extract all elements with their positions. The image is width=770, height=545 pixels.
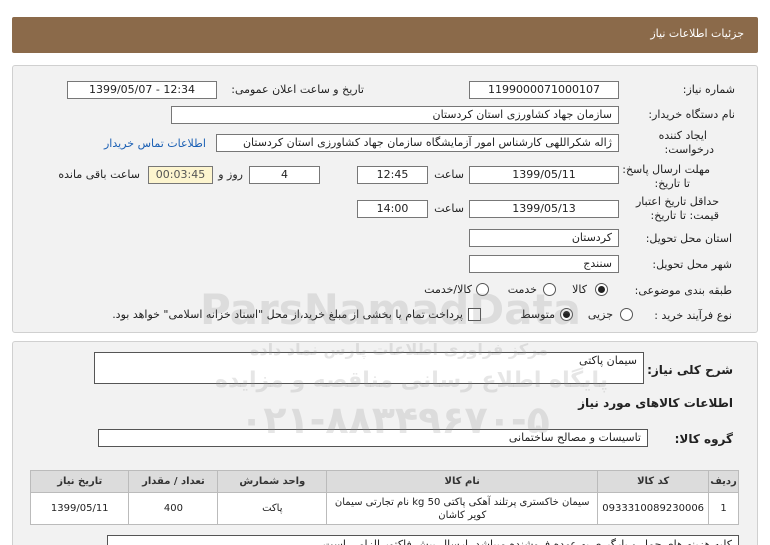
- province-field[interactable]: کردستان: [469, 229, 619, 247]
- validity-time-field[interactable]: 14:00: [357, 200, 428, 218]
- announce-label: تاریخ و ساعت اعلان عمومی:: [231, 83, 364, 96]
- col-need-date: تاریخ نیاز: [29, 470, 130, 493]
- table-row[interactable]: 1 0933310089230006 سیمان خاکستری پرتلند …: [29, 492, 739, 525]
- goods-table-header: ردیف کد کالا نام کالا واحد شمارش تعداد /…: [29, 470, 739, 493]
- process-option-medium: متوسط: [520, 308, 555, 321]
- col-goods-name: نام کالا: [326, 470, 599, 493]
- summary-field[interactable]: سیمان پاکتی: [94, 352, 644, 384]
- validity-date-field[interactable]: 1399/05/13: [469, 200, 619, 218]
- city-label: شهر محل تحویل:: [652, 258, 732, 271]
- send-time-label: ساعت: [434, 168, 464, 181]
- send-deadline-label-line2: تا تاریخ:: [654, 177, 690, 190]
- page-header: جزئیات اطلاعات نیاز: [12, 17, 758, 53]
- process-radio-minor[interactable]: [620, 308, 633, 321]
- countdown-timer: 00:03:45: [148, 166, 213, 184]
- category-radio-goods[interactable]: [595, 283, 608, 296]
- creator-label-line2: درخواست:: [664, 143, 714, 156]
- treasury-payment-note: پرداخت تمام یا بخشی از مبلغ خرید،از محل …: [112, 308, 463, 321]
- buyer-description-field[interactable]: کلیه هزینه های حمل و بارگیری به عهده فرو…: [107, 535, 739, 545]
- process-type-label: نوع فرآیند خرید :: [654, 309, 732, 322]
- announce-datetime-field[interactable]: 1399/05/07 - 12:34: [67, 81, 217, 99]
- need-number-field[interactable]: 1199000071000107: [469, 81, 619, 99]
- col-row: ردیف: [708, 470, 739, 493]
- creator-field[interactable]: ژاله شکراللهی کارشناس امور آزمایشگاه ساز…: [216, 134, 619, 152]
- remaining-label: ساعت باقی مانده: [58, 168, 140, 181]
- validity-label-line2: قیمت: تا تاریخ:: [650, 209, 719, 222]
- category-option-service: خدمت: [507, 283, 537, 296]
- province-label: استان محل تحویل:: [645, 232, 732, 245]
- process-radio-medium[interactable]: [560, 308, 573, 321]
- category-radio-goods-service[interactable]: [476, 283, 489, 296]
- days-label: روز و: [218, 168, 243, 181]
- summary-label: شرح کلی نیاز:: [647, 363, 733, 377]
- col-quantity: تعداد / مقدار: [128, 470, 219, 493]
- col-unit: واحد شمارش: [217, 470, 328, 493]
- creator-label-line1: ایجاد کننده: [658, 129, 707, 142]
- cell-unit: پاکت: [217, 492, 328, 525]
- city-field[interactable]: سنندج: [469, 255, 619, 273]
- page-title: جزئیات اطلاعات نیاز: [650, 27, 744, 40]
- send-time-field[interactable]: 12:45: [357, 166, 428, 184]
- category-option-goods-service: کالا/خدمت: [424, 283, 472, 296]
- days-remaining-field[interactable]: 4: [249, 166, 320, 184]
- cell-goods-name: سیمان خاکستری پرتلند آهکی پاکتی 50 kg نا…: [326, 492, 599, 525]
- cell-goods-code: 0933310089230006: [597, 492, 710, 525]
- validity-label-line1: حداقل تاریخ اعتبار: [635, 195, 719, 208]
- goods-group-field[interactable]: تاسیسات و مصالح ساختمانی: [98, 429, 648, 447]
- process-option-minor: جزیی: [587, 308, 613, 321]
- cell-need-date: 1399/05/11: [29, 492, 130, 525]
- category-label: طبقه بندی موضوعی:: [634, 284, 732, 297]
- buyer-contact-link[interactable]: اطلاعات تماس خریدار: [104, 137, 206, 150]
- buyer-org-field[interactable]: سازمان جهاد کشاورزی استان کردستان: [171, 106, 619, 124]
- treasury-payment-checkbox[interactable]: [468, 308, 481, 321]
- need-number-label: شماره نیاز:: [682, 83, 735, 96]
- cell-quantity: 400: [128, 492, 219, 525]
- send-date-field[interactable]: 1399/05/11: [469, 166, 619, 184]
- send-deadline-label-line1: مهلت ارسال پاسخ:: [622, 163, 710, 176]
- category-option-goods: کالا: [572, 283, 587, 296]
- goods-group-label: گروه کالا:: [674, 432, 733, 446]
- col-goods-code: کد کالا: [597, 470, 710, 493]
- goods-table: ردیف کد کالا نام کالا واحد شمارش تعداد /…: [29, 470, 739, 525]
- cell-row: 1: [708, 492, 739, 525]
- category-radio-service[interactable]: [543, 283, 556, 296]
- buyer-org-label: نام دستگاه خریدار:: [648, 108, 735, 121]
- validity-time-label: ساعت: [434, 202, 464, 215]
- goods-info-title: اطلاعات کالاهای مورد نیاز: [578, 396, 733, 410]
